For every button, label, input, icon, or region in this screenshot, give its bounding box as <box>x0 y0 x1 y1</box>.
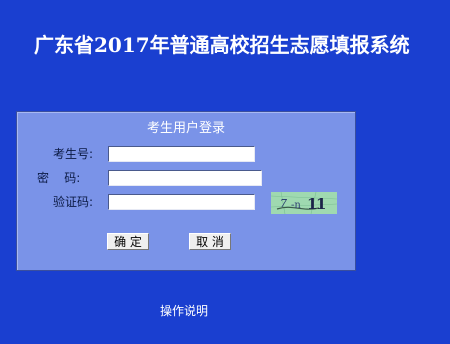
login-panel-title: 考生用户登录 <box>146 121 225 136</box>
password-input[interactable] <box>108 170 262 186</box>
svg-text:-n: -n <box>291 200 301 211</box>
password-label: 密 码: <box>37 171 81 185</box>
cancel-button[interactable]: 取 消 <box>189 233 231 250</box>
svg-text:7: 7 <box>280 197 287 210</box>
verify-code-label: 验证码: <box>53 195 94 209</box>
verify-code-input[interactable] <box>108 194 255 210</box>
confirm-button[interactable]: 确 定 <box>107 233 149 250</box>
captcha-image[interactable]: 7 -n 1 1 <box>271 192 337 214</box>
instructions-link[interactable]: 操作说明 <box>160 302 208 319</box>
candidate-no-label: 考生号: <box>53 147 94 161</box>
captcha-graphic: 7 -n 1 1 <box>271 192 337 214</box>
svg-text:1: 1 <box>316 195 326 213</box>
login-panel: 考生用户登录 考生号: 密 码: 验证码: 7 -n 1 1 确 定 取 消 <box>16 111 356 271</box>
page-title: 广东省2017年普通高校招生志愿填报系统 <box>34 33 410 57</box>
candidate-no-input[interactable] <box>108 146 255 162</box>
